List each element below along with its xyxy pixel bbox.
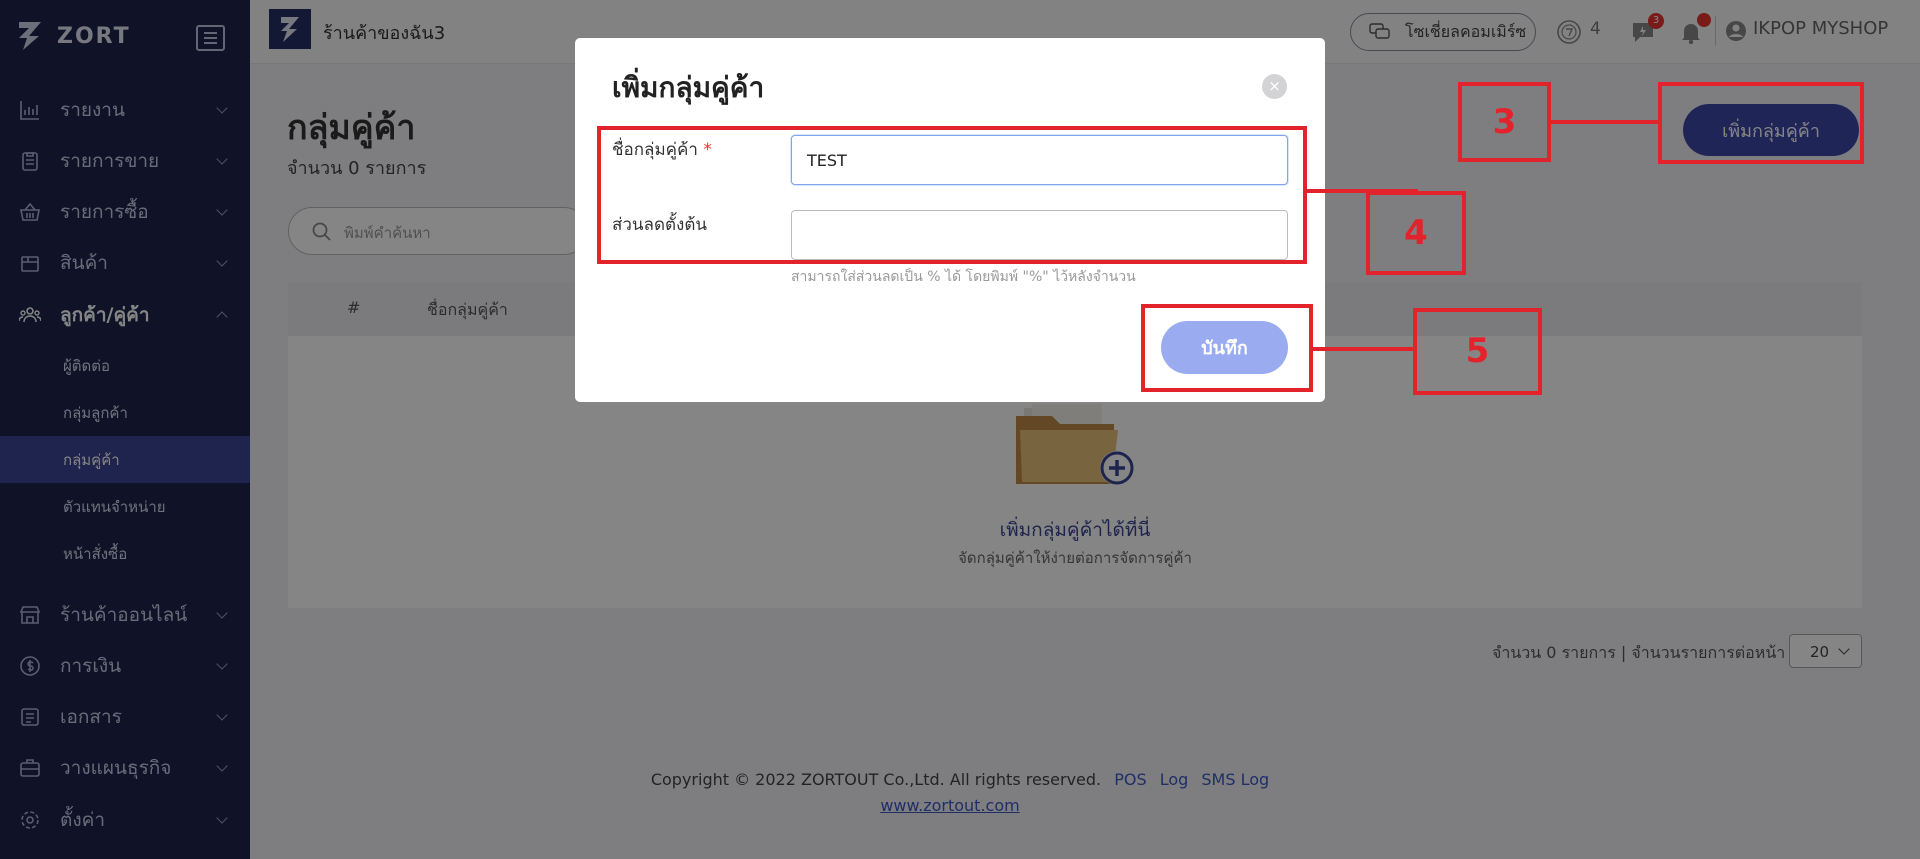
annotation-connector bbox=[1549, 120, 1660, 124]
annotation-highlight-add-button bbox=[1658, 82, 1864, 164]
annotation-connector bbox=[1311, 347, 1416, 351]
annotation-number-3: 3 bbox=[1492, 102, 1517, 142]
annotation-number-5: 5 bbox=[1465, 331, 1490, 371]
close-icon[interactable]: × bbox=[1262, 74, 1287, 99]
annotation-highlight-save-button bbox=[1141, 304, 1313, 392]
annotation-number-4: 4 bbox=[1404, 213, 1428, 253]
annotation-highlight-form-fields bbox=[597, 126, 1307, 264]
dialog-title: เพิ่มกลุ่มคู่ค้า bbox=[612, 71, 765, 104]
discount-hint: สามารถใส่ส่วนลดเป็น % ได้ โดยพิมพ์ "%" ไ… bbox=[791, 269, 1136, 285]
